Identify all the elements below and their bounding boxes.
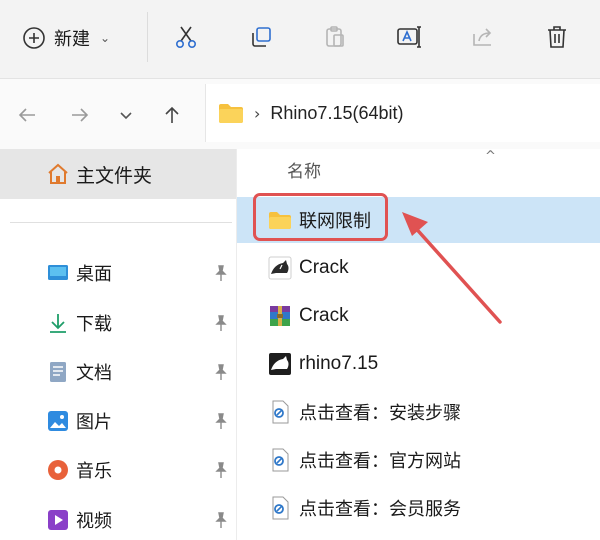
list-item[interactable]: 点击查看：官方网站 <box>237 437 600 483</box>
delete-icon <box>548 26 566 48</box>
video-icon <box>48 510 68 530</box>
annotation-highlight-box <box>253 193 388 241</box>
list-item-label: Crack <box>299 257 349 278</box>
desktop-icon <box>48 265 68 280</box>
pin-icon[interactable] <box>212 412 230 430</box>
pin-icon[interactable] <box>212 461 230 479</box>
sidebar-item-downloads[interactable]: 下载 <box>0 303 236 343</box>
breadcrumb-current-folder[interactable]: Rhino7.15(64bit) <box>270 103 403 124</box>
document-icon <box>50 362 66 382</box>
paste-button[interactable] <box>318 20 352 54</box>
paste-icon <box>326 26 344 47</box>
music-icon <box>48 460 68 480</box>
list-item-label: 点击查看：会员服务 <box>299 499 461 520</box>
sidebar-item-label: 主文件夹 <box>76 164 153 187</box>
rename-button[interactable] <box>392 20 426 54</box>
command-bar: 新建 ⌄ <box>0 0 600 79</box>
column-header-name[interactable]: 名称 <box>287 157 321 182</box>
copy-icon <box>252 27 271 47</box>
sidebar-item-label: 视频 <box>76 511 112 532</box>
sidebar-item-label: 文档 <box>76 363 112 384</box>
new-button-label: 新建 <box>54 29 90 50</box>
sidebar-item-label: 音乐 <box>76 461 112 482</box>
sidebar-item-documents[interactable]: 文档 <box>0 352 236 392</box>
breadcrumb-separator-icon: › <box>254 103 261 123</box>
download-icon <box>50 314 66 333</box>
pin-icon[interactable] <box>212 314 230 332</box>
recent-locations-button[interactable] <box>112 101 140 129</box>
sidebar-item-label: 下载 <box>76 314 112 335</box>
cut-button[interactable] <box>169 20 203 54</box>
sidebar-divider <box>10 222 232 223</box>
rhino-app-icon <box>268 256 292 280</box>
up-button[interactable] <box>158 101 186 129</box>
pin-icon[interactable] <box>212 511 230 529</box>
list-item-label: Crack <box>299 305 349 326</box>
back-arrow-icon <box>18 108 35 122</box>
list-item[interactable]: rhino7.15 <box>237 341 600 387</box>
list-item-label: 点击查看：官方网站 <box>299 451 461 472</box>
list-item[interactable]: 点击查看：安装步骤 <box>237 389 600 435</box>
chevron-down-icon: ⌄ <box>100 31 111 45</box>
sidebar-item-label: 桌面 <box>76 264 112 285</box>
folder-icon <box>219 104 243 123</box>
up-arrow-icon <box>165 106 179 123</box>
copy-button[interactable] <box>244 20 278 54</box>
sidebar-item-music[interactable]: 音乐 <box>0 450 236 490</box>
sidebar-item-pictures[interactable]: 图片 <box>0 401 236 441</box>
sidebar-item-desktop[interactable]: 桌面 <box>0 253 236 293</box>
list-item-label: rhino7.15 <box>299 353 379 374</box>
link-file-icon <box>272 496 289 520</box>
list-item[interactable]: Crack <box>237 293 600 339</box>
archive-icon <box>270 306 290 326</box>
home-icon <box>48 163 68 184</box>
link-file-icon <box>272 448 289 472</box>
sidebar-item-videos[interactable]: 视频 <box>0 500 236 540</box>
sidebar-item-home[interactable]: 主文件夹 <box>0 149 236 199</box>
rhino-app-icon <box>269 353 291 375</box>
share-button[interactable] <box>466 20 500 54</box>
pin-icon[interactable] <box>212 264 230 282</box>
delete-button[interactable] <box>540 20 574 54</box>
new-button[interactable]: 新建 ⌄ <box>22 20 110 56</box>
navigation-pane: 主文件夹 桌面 下载 文档 图片 音乐 视频 <box>0 149 236 540</box>
forward-arrow-icon <box>72 108 89 122</box>
forward-button[interactable] <box>66 101 94 129</box>
sort-ascending-icon[interactable]: ^ <box>485 149 496 164</box>
list-item[interactable]: 点击查看：会员服务 <box>237 485 600 531</box>
share-icon <box>473 28 492 46</box>
plus-circle-icon <box>23 27 45 49</box>
back-button[interactable] <box>13 101 41 129</box>
toolbar-divider <box>147 12 148 62</box>
chevron-down-icon <box>120 112 132 120</box>
list-item[interactable]: Crack <box>237 245 600 291</box>
rename-icon <box>397 26 421 48</box>
link-file-icon <box>272 400 289 424</box>
sidebar-item-label: 图片 <box>76 412 112 433</box>
cut-icon <box>175 26 197 48</box>
pin-icon[interactable] <box>212 363 230 381</box>
list-item-label: 点击查看：安装步骤 <box>299 403 461 424</box>
picture-icon <box>48 411 68 431</box>
address-bar[interactable]: › Rhino7.15(64bit) <box>205 84 600 142</box>
